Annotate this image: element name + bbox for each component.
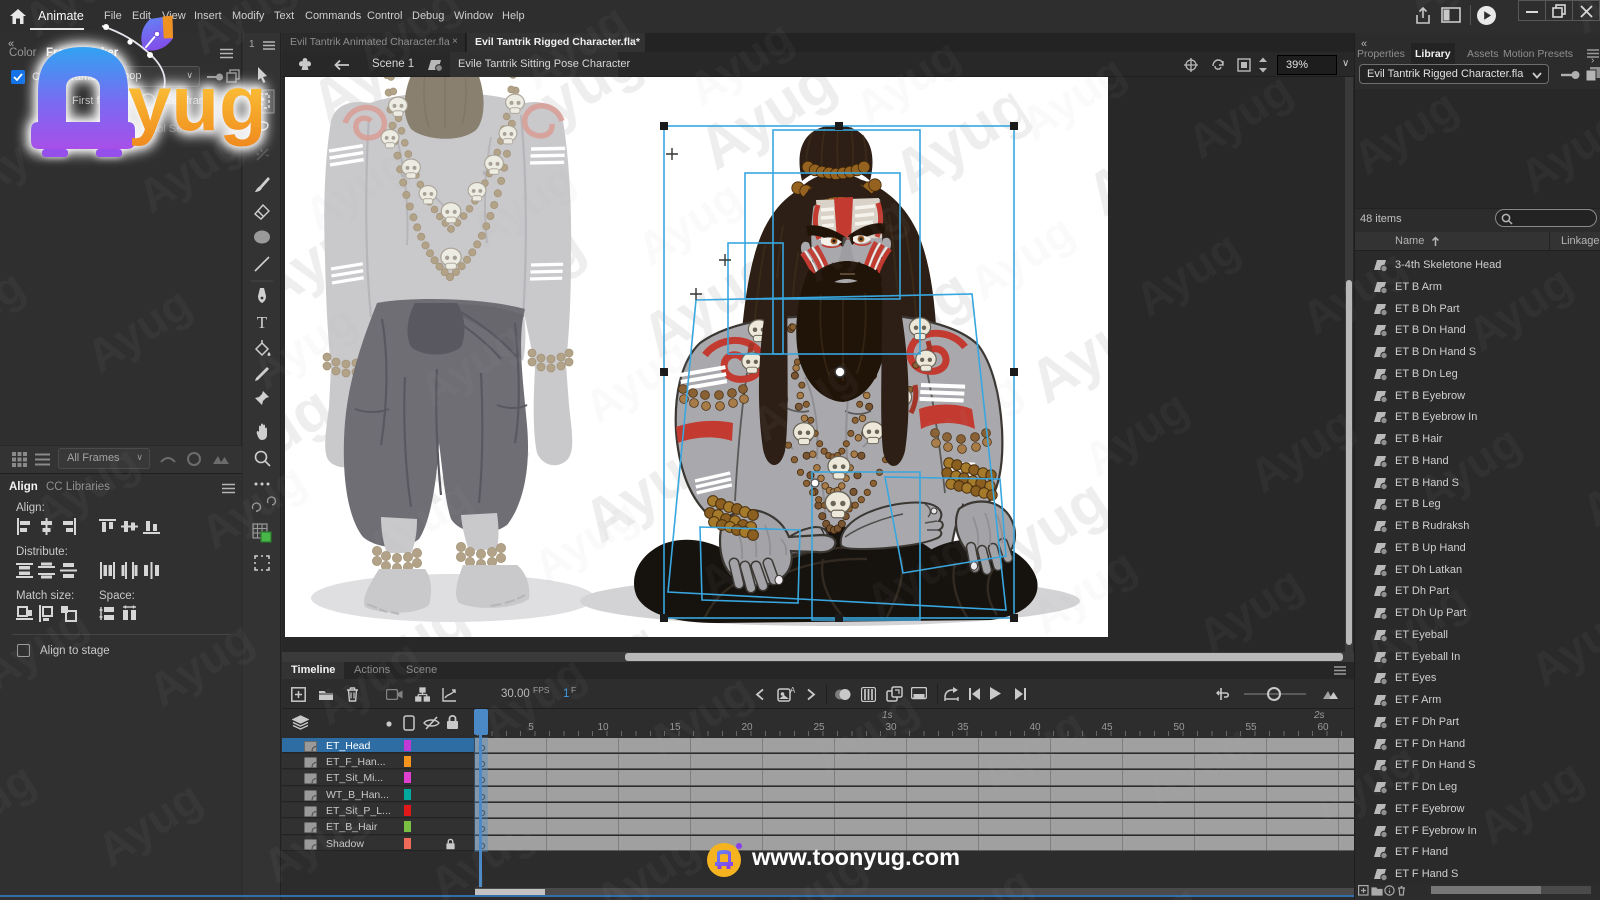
svg-text:A: A bbox=[790, 686, 795, 695]
svg-text:T: T bbox=[257, 313, 268, 332]
